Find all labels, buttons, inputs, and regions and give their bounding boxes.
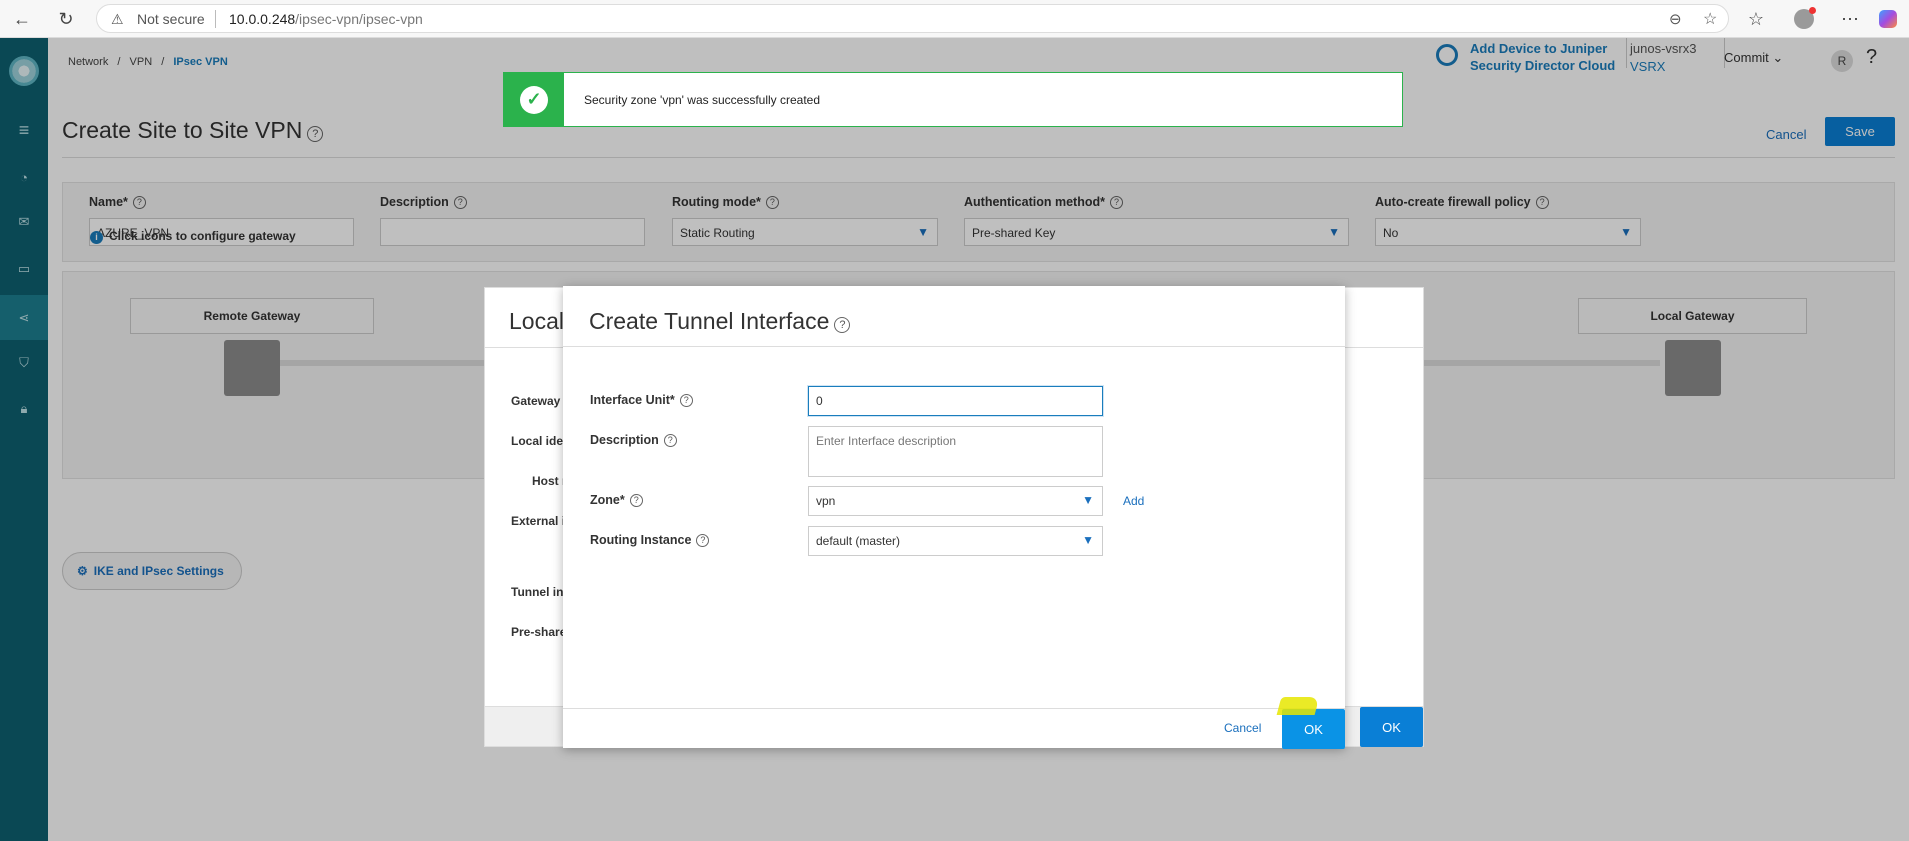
routing-instance-label: Routing Instance? (590, 533, 710, 547)
profile-icon[interactable] (1790, 5, 1818, 33)
check-icon: ✓ (520, 85, 548, 114)
browser-toolbar: ← ↻ ⚠ Not secure 10.0.0.248/ipsec-vpn/ip… (0, 0, 1909, 38)
field-label: Pre-share (511, 625, 567, 639)
url-text: 10.0.0.248/ipsec-vpn/ipsec-vpn (229, 11, 423, 27)
description-label: Description? (590, 433, 677, 447)
zone-select[interactable]: vpn ▼ (808, 486, 1103, 516)
field-label: Tunnel in (511, 585, 564, 599)
ok-button[interactable]: OK (1282, 709, 1345, 749)
divider (563, 346, 1345, 347)
cursor-highlight (1276, 697, 1320, 715)
warning-icon: ⚠ (111, 11, 124, 27)
field-label: Local ide (511, 434, 564, 448)
chevron-down-icon: ▼ (1082, 533, 1094, 547)
add-zone-link[interactable]: Add (1123, 494, 1144, 508)
cancel-button[interactable]: Cancel (1224, 721, 1261, 735)
dialog-title: Create Tunnel Interface? (589, 308, 851, 335)
dialog-title: Local (509, 308, 564, 334)
interface-description-input[interactable]: Enter Interface description (808, 426, 1103, 477)
field-label: Gateway (511, 394, 561, 408)
toast-message: Security zone 'vpn' was successfully cre… (584, 93, 821, 107)
copilot-icon[interactable] (1874, 5, 1902, 33)
address-divider (215, 10, 216, 28)
toast-status: ✓ (504, 73, 564, 126)
help-icon[interactable]: ? (834, 317, 851, 333)
back-icon[interactable]: ← (8, 5, 36, 33)
chevron-down-icon: ▼ (1082, 493, 1094, 507)
routing-instance-select[interactable]: default (master) ▼ (808, 526, 1103, 556)
ok-button[interactable]: OK (1360, 707, 1423, 747)
more-menu-icon[interactable]: ⋯ (1836, 5, 1864, 33)
address-bar[interactable]: ⚠ Not secure 10.0.0.248/ipsec-vpn/ipsec-… (96, 4, 1729, 33)
interface-unit-input[interactable]: 0 (808, 386, 1103, 416)
favorite-star-icon[interactable]: ☆ (1703, 9, 1717, 29)
field-label: Host r (532, 474, 567, 488)
field-label: External i (511, 514, 566, 528)
read-aloud-icon[interactable]: ⊖ (1669, 10, 1682, 28)
dialog-footer: Cancel OK (563, 697, 1345, 749)
success-toast: ✓ Security zone 'vpn' was successfully c… (503, 72, 1403, 127)
create-tunnel-interface-dialog: Create Tunnel Interface? Interface Unit*… (563, 286, 1345, 749)
zone-label: Zone*? (590, 493, 643, 507)
reload-icon[interactable]: ↻ (52, 5, 80, 33)
not-secure-label: Not secure (137, 11, 205, 27)
interface-unit-label: Interface Unit*? (590, 393, 693, 407)
favorites-icon[interactable]: ☆ (1742, 5, 1770, 33)
